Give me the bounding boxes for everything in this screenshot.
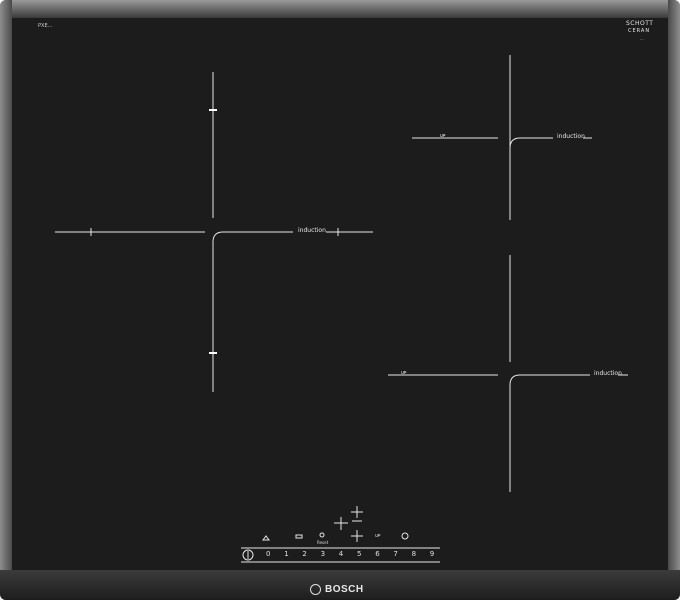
reset-label[interactable]: Reset (317, 540, 328, 545)
left-zone-corner (212, 231, 293, 250)
left-zone-label: induction (298, 227, 326, 234)
brand-name: BOSCH (325, 583, 364, 595)
bottom-right-boost-label: ᴜᴘ (401, 370, 407, 376)
top-right-zone-corner (509, 137, 553, 175)
power-level-8[interactable]: 8 (412, 550, 416, 558)
power-level-6[interactable]: 6 (375, 550, 379, 558)
bottom-right-zone-label: induction (594, 370, 622, 377)
reset-icon (319, 532, 325, 538)
bottom-right-zone-corner (509, 374, 590, 492)
schott-logo-sub: ... (640, 36, 644, 41)
power-level-7[interactable]: 7 (393, 550, 397, 558)
model-label: PXE... (38, 23, 53, 29)
power-level-2[interactable]: 2 (302, 550, 306, 558)
power-level-4[interactable]: 4 (339, 550, 343, 558)
top-right-boost-label: ᴜᴘ (440, 133, 446, 139)
zone-markings (55, 55, 628, 563)
pan-icon (295, 534, 303, 539)
schott-logo-line2: CERAN (628, 28, 651, 34)
timer-clock-icon (401, 532, 409, 540)
power-level-0[interactable]: 0 (266, 550, 270, 558)
power-level-5[interactable]: 5 (357, 550, 361, 558)
boost-button[interactable]: ᴜᴘ (375, 533, 381, 539)
cooktop-frame: PXE... SCHOTT CERAN ... induction induct… (0, 0, 680, 600)
power-level-3[interactable]: 3 (321, 550, 325, 558)
power-level-9[interactable]: 9 (430, 550, 434, 558)
hand-icon (262, 535, 270, 541)
power-level-1[interactable]: 1 (284, 550, 288, 558)
top-right-zone-label: induction (557, 133, 585, 140)
schott-logo-line1: SCHOTT (626, 20, 654, 27)
brand: BOSCH (310, 582, 364, 596)
bosch-logo-icon (310, 583, 321, 595)
